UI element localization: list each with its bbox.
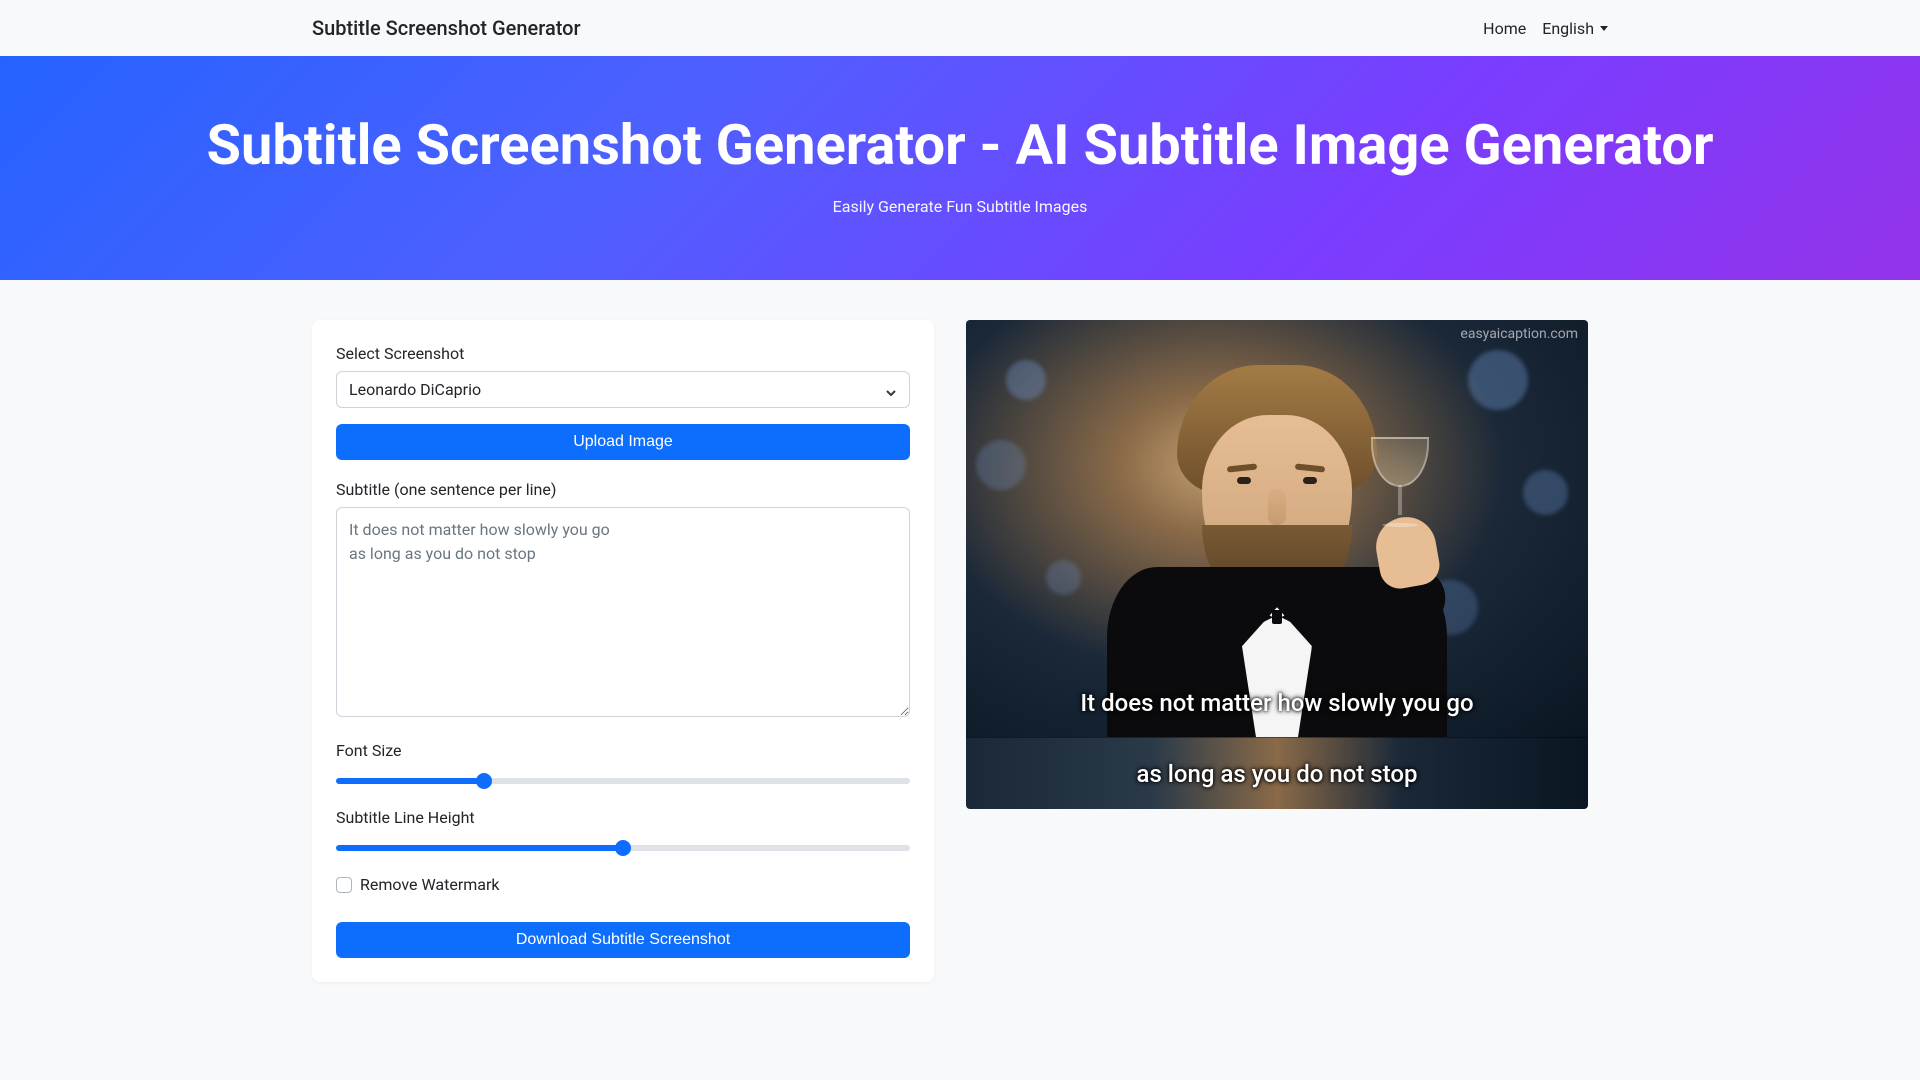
preview-subtitle-line-2: as long as you do not stop — [1137, 760, 1418, 788]
subtitle-label: Subtitle (one sentence per line) — [336, 480, 910, 499]
subtitle-textarea[interactable] — [336, 507, 910, 717]
navbar: Subtitle Screenshot Generator Home Engli… — [0, 0, 1920, 56]
bokeh-icon — [976, 440, 1026, 490]
hero-title: Subtitle Screenshot Generator - AI Subti… — [20, 112, 1900, 179]
font-size-label: Font Size — [336, 741, 910, 760]
language-dropdown-label: English — [1542, 19, 1594, 38]
font-size-slider[interactable] — [336, 778, 910, 784]
line-height-label: Subtitle Line Height — [336, 808, 910, 827]
person-illustration — [1097, 337, 1457, 737]
remove-watermark-label: Remove Watermark — [360, 875, 500, 894]
nav-home-link[interactable]: Home — [1483, 19, 1526, 38]
screenshot-select[interactable]: Leonardo DiCaprio — [336, 371, 910, 408]
language-dropdown[interactable]: English — [1542, 19, 1608, 38]
remove-watermark-checkbox[interactable] — [336, 877, 352, 893]
bokeh-icon — [1523, 470, 1568, 515]
bokeh-icon — [1046, 560, 1081, 595]
select-screenshot-label: Select Screenshot — [336, 344, 910, 363]
watermark-text: easyaicaption.com — [1460, 326, 1578, 342]
preview-main-frame: easyaicaption.com — [966, 320, 1588, 737]
form-card: Select Screenshot Leonardo DiCaprio Uplo… — [312, 320, 934, 982]
caret-down-icon — [1600, 26, 1608, 31]
navbar-brand[interactable]: Subtitle Screenshot Generator — [312, 16, 581, 40]
chevron-down-icon — [885, 384, 897, 396]
hero-subtitle: Easily Generate Fun Subtitle Images — [20, 197, 1900, 216]
line-height-slider[interactable] — [336, 845, 910, 851]
preview-image: easyaicaption.com — [966, 320, 1588, 809]
bokeh-icon — [1006, 360, 1046, 400]
preview-strip-frame: as long as you do not stop — [966, 737, 1588, 809]
download-button[interactable]: Download Subtitle Screenshot — [336, 922, 910, 958]
upload-image-button[interactable]: Upload Image — [336, 424, 910, 460]
bokeh-icon — [1468, 350, 1528, 410]
preview-subtitle-line-1: It does not matter how slowly you go — [966, 689, 1588, 717]
screenshot-select-value: Leonardo DiCaprio — [349, 380, 481, 399]
hero-banner: Subtitle Screenshot Generator - AI Subti… — [0, 56, 1920, 280]
main-container: Select Screenshot Leonardo DiCaprio Uplo… — [312, 280, 1608, 1022]
